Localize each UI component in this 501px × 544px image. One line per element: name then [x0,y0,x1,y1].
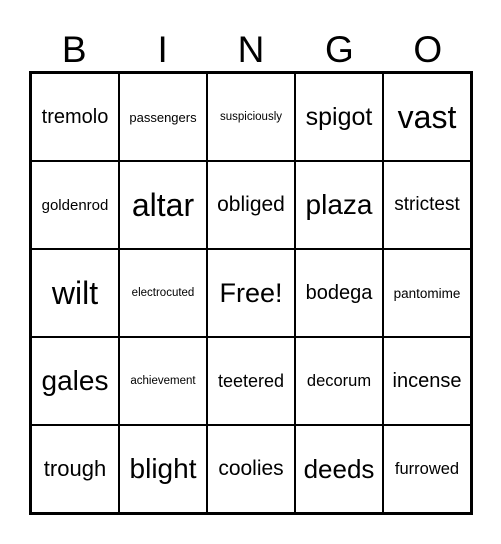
bingo-cell: teetered [207,337,295,425]
bingo-cell: goldenrod [31,161,119,249]
bingo-cell: suspiciously [207,73,295,161]
header-letter-b: B [61,29,87,70]
bingo-cell: blight [119,425,207,513]
bingo-cell: altar [119,161,207,249]
free-space-cell: Free! [207,249,295,337]
bingo-cell: electrocuted [119,249,207,337]
bingo-grid: tremolo passengers suspiciously spigot v… [29,71,473,515]
bingo-cell: coolies [207,425,295,513]
bingo-cell: furrowed [383,425,471,513]
bingo-cell: bodega [295,249,383,337]
header-letter-g: G [324,29,354,70]
bingo-header: B I N G O [30,28,472,72]
bingo-cell: pantomime [383,249,471,337]
bingo-cell: decorum [295,337,383,425]
bingo-cell: obliged [207,161,295,249]
bingo-cell: vast [383,73,471,161]
header-letter-i: I [157,29,168,70]
header-letter-n: N [237,29,265,70]
header-letter-o: O [413,29,443,70]
bingo-cell: trough [31,425,119,513]
bingo-cell: deeds [295,425,383,513]
bingo-cell: passengers [119,73,207,161]
bingo-cell: gales [31,337,119,425]
bingo-cell: plaza [295,161,383,249]
bingo-cell: wilt [31,249,119,337]
bingo-cell: incense [383,337,471,425]
bingo-cell: spigot [295,73,383,161]
bingo-cell: achievement [119,337,207,425]
bingo-cell: strictest [383,161,471,249]
bingo-cell: tremolo [31,73,119,161]
